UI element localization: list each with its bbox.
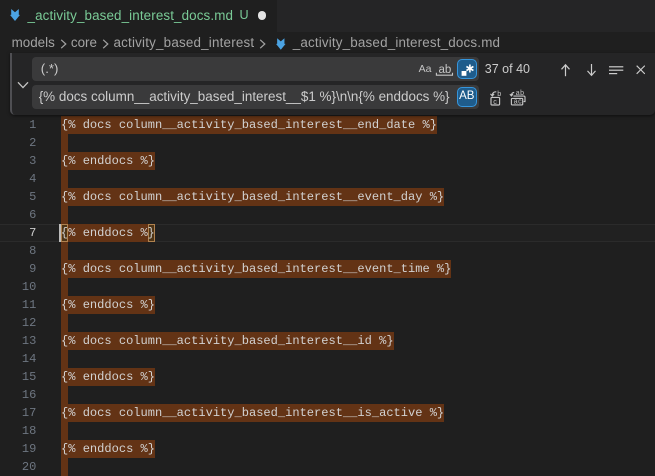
svg-text:ac: ac [514,99,522,106]
svg-text:b: b [497,89,501,98]
svg-text:ab: ab [439,64,452,76]
svg-text:ab: ab [516,90,525,97]
